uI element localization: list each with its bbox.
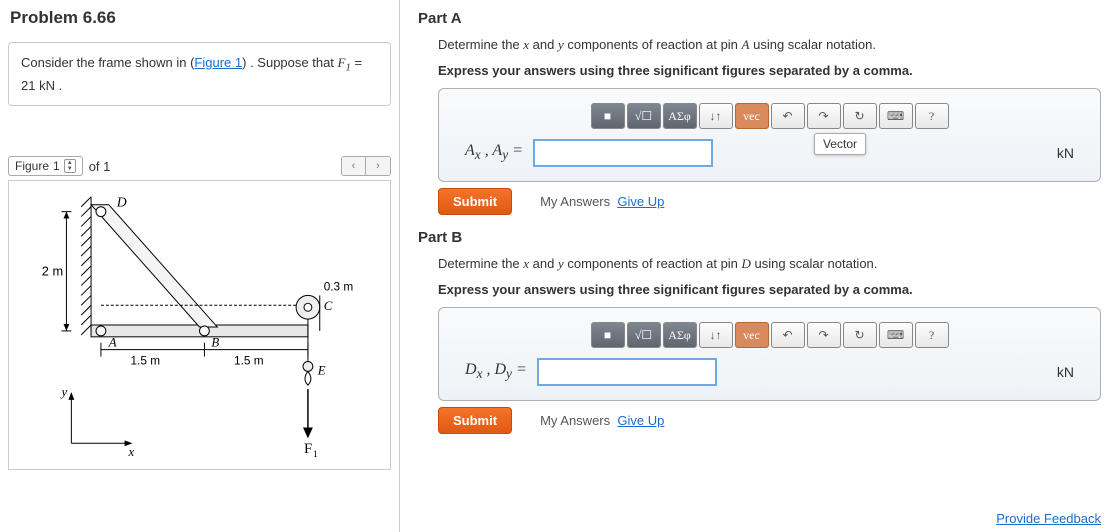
figure-stepper[interactable]: ▲▼ — [64, 159, 76, 173]
tool-keyboard-icon[interactable]: ⌨ — [879, 322, 913, 348]
figure-header: Figure 1 ▲▼ of 1 ‹ › — [8, 156, 391, 176]
tool-template-icon[interactable]: ■ — [591, 322, 625, 348]
tool-greek-icon[interactable]: ΑΣφ — [663, 322, 697, 348]
figure-canvas: D 2 m A B C E 0.3 m 1.5 m 1.5 m F 1 y x — [8, 180, 391, 470]
part-b-give-up-link[interactable]: Give Up — [617, 413, 664, 428]
svg-text:y: y — [59, 385, 67, 399]
tool-redo-icon[interactable]: ↷ — [807, 103, 841, 129]
part-b-unit: kN — [1057, 364, 1074, 380]
part-b-instr1: Determine the x and y components of reac… — [438, 254, 1101, 274]
problem-title: Problem 6.66 — [0, 0, 399, 36]
tool-help-icon[interactable]: ? — [915, 103, 949, 129]
svg-text:1.5 m: 1.5 m — [234, 354, 264, 368]
tool-reset-icon[interactable]: ↻ — [843, 103, 877, 129]
part-b-instr2: Express your answers using three signifi… — [438, 280, 1101, 300]
part-a-unit: kN — [1057, 145, 1074, 161]
part-a-instr1: Determine the x and y components of reac… — [438, 35, 1101, 55]
tool-redo-icon[interactable]: ↷ — [807, 322, 841, 348]
svg-text:E: E — [317, 364, 326, 378]
toolbar-b: ■ √☐ ΑΣφ ↓↑ vec ↶ ↷ ↻ ⌨ ? — [465, 322, 1074, 348]
tool-reset-icon[interactable]: ↻ — [843, 322, 877, 348]
part-a-answer-label: Ax , Ay = — [465, 142, 523, 163]
part-a-instr2: Express your answers using three signifi… — [438, 61, 1101, 81]
tool-subsup-icon[interactable]: ↓↑ — [699, 322, 733, 348]
part-a-title: Part A — [418, 10, 1101, 27]
tool-subsup-icon[interactable]: ↓↑ — [699, 103, 733, 129]
tool-greek-icon[interactable]: ΑΣφ — [663, 103, 697, 129]
svg-text:C: C — [324, 300, 333, 314]
svg-text:B: B — [211, 336, 219, 350]
part-b-title: Part B — [418, 229, 1101, 246]
part-b-answer-label: Dx , Dy = — [465, 361, 527, 382]
svg-text:A: A — [108, 336, 117, 350]
svg-text:F: F — [304, 441, 312, 457]
figure-current: 1 — [53, 159, 60, 173]
part-b-my-answers: My Answers Give Up — [540, 413, 664, 428]
problem-statement: Consider the frame shown in (Figure 1) .… — [8, 42, 391, 106]
part-b-answer-box: ■ √☐ ΑΣφ ↓↑ vec ↶ ↷ ↻ ⌨ ? Dx , Dy = kN — [438, 307, 1101, 401]
provide-feedback-link[interactable]: Provide Feedback — [996, 511, 1101, 526]
svg-text:1.5 m: 1.5 m — [131, 354, 161, 368]
part-a-my-answers: My Answers Give Up — [540, 194, 664, 209]
svg-text:1: 1 — [313, 449, 318, 460]
tool-vec-button[interactable]: vec — [735, 322, 769, 348]
part-a-give-up-link[interactable]: Give Up — [617, 194, 664, 209]
tool-undo-icon[interactable]: ↶ — [771, 322, 805, 348]
figure-selector: Figure 1 ▲▼ — [8, 156, 83, 176]
part-a-answer-box: ■ √☐ ΑΣφ ↓↑ vec ↶ ↷ ↻ ⌨ ? Vector Ax , Ay… — [438, 88, 1101, 182]
tool-sqrt-icon[interactable]: √☐ — [627, 103, 661, 129]
part-a-submit-button[interactable]: Submit — [438, 188, 512, 215]
svg-text:0.3 m: 0.3 m — [324, 280, 354, 294]
tool-vec-button[interactable]: vec — [735, 103, 769, 129]
svg-text:D: D — [116, 195, 127, 210]
vec-tooltip: Vector — [814, 133, 866, 155]
tool-template-icon[interactable]: ■ — [591, 103, 625, 129]
tool-keyboard-icon[interactable]: ⌨ — [879, 103, 913, 129]
tool-undo-icon[interactable]: ↶ — [771, 103, 805, 129]
part-b-answer-input[interactable] — [537, 358, 717, 386]
tool-sqrt-icon[interactable]: √☐ — [627, 322, 661, 348]
text: ) . Suppose that — [242, 55, 337, 70]
svg-text:2 m: 2 m — [42, 264, 63, 279]
figure-of: of 1 — [89, 159, 111, 174]
figure-next-button[interactable]: › — [366, 157, 390, 175]
toolbar-a: ■ √☐ ΑΣφ ↓↑ vec ↶ ↷ ↻ ⌨ ? Vector — [465, 103, 1074, 129]
part-b-submit-button[interactable]: Submit — [438, 407, 512, 434]
tool-help-icon[interactable]: ? — [915, 322, 949, 348]
svg-text:x: x — [128, 445, 135, 459]
figure-prev-button[interactable]: ‹ — [342, 157, 366, 175]
figure-nav: ‹ › — [341, 156, 391, 176]
figure-label: Figure — [15, 159, 49, 173]
text: Consider the frame shown in ( — [21, 55, 194, 70]
part-a-answer-input[interactable] — [533, 139, 713, 167]
figure-link[interactable]: Figure 1 — [194, 55, 242, 70]
